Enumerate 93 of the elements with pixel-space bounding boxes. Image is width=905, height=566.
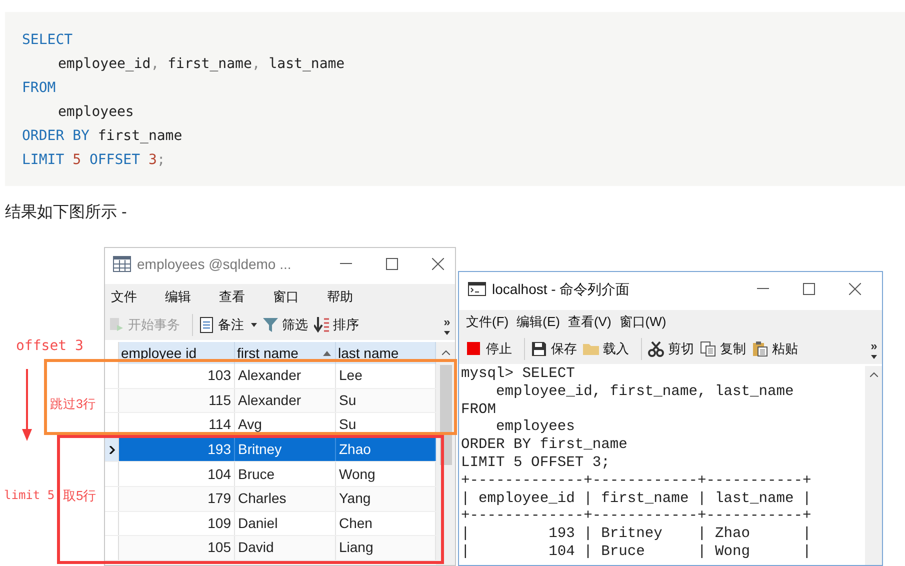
table-cell: Alexander <box>235 388 336 412</box>
console-line: | employee_id | first_name | last_name | <box>461 490 812 508</box>
table-cell: 104 <box>119 462 235 486</box>
console-line: employee_id, first_name, last_name <box>495 384 795 402</box>
code-line: employee_id, first_name, last_name <box>57 55 346 74</box>
maximize-icon <box>803 283 815 295</box>
console-line: +-------------+------------+-----------+ <box>461 472 812 491</box>
row-pointer-icon <box>108 446 114 454</box>
toolbar-button[interactable]: 排序 <box>314 315 359 335</box>
menu-item[interactable]: 编辑(E) <box>516 312 560 332</box>
toolbar-button[interactable]: 保存 <box>531 339 577 359</box>
annotation-label: 取5行 <box>63 487 96 505</box>
console-line: mysql> SELECT <box>461 366 576 384</box>
down-arrow <box>22 369 32 441</box>
table-row[interactable]: 103 Alexander Lee <box>105 364 436 389</box>
table-cell: Bruce <box>235 462 336 486</box>
close-icon <box>432 258 444 270</box>
toolbar-button[interactable]: 停止 <box>466 339 512 359</box>
table-row[interactable]: 115 Alexander Su <box>105 388 436 414</box>
window-title: localhost - 命令列介面 <box>492 280 630 298</box>
more-button[interactable]: » <box>870 340 878 352</box>
stop-icon <box>466 341 482 357</box>
table-cell: Britney <box>235 438 336 462</box>
console-line: | 193 | Britney | Zhao | <box>461 526 812 544</box>
menu-item[interactable]: 文件(F) <box>466 312 509 332</box>
annotation-label: offset 3 <box>16 337 84 356</box>
menu-item[interactable]: 查看 <box>219 287 245 307</box>
menu-item[interactable]: 文件 <box>111 287 137 307</box>
toolbar-button[interactable]: 复制 <box>700 339 746 359</box>
table-cell: 103 <box>119 364 235 388</box>
table-row[interactable]: 193 Britney Zhao <box>105 438 436 462</box>
table-icon <box>113 256 131 272</box>
toolbar-button[interactable]: 筛选 <box>263 315 308 335</box>
code-line: ORDER BY first_name <box>22 127 184 146</box>
scroll-up-icon <box>442 350 450 355</box>
copy-icon <box>700 341 716 357</box>
table-cell: Charles <box>235 486 336 511</box>
document-icon <box>199 317 215 333</box>
console-line: LIMIT 5 OFFSET 3; <box>461 454 611 473</box>
row-selector[interactable] <box>105 438 119 462</box>
window-title: employees @sqldemo ... <box>137 254 292 274</box>
table-row[interactable]: 109 Daniel Chen <box>105 512 436 536</box>
table-cell: 115 <box>119 388 235 412</box>
table-cell: 114 <box>119 413 235 437</box>
menu-item[interactable]: 帮助 <box>327 287 353 307</box>
toolbar-button[interactable]: 粘贴 <box>752 339 798 359</box>
menu-item[interactable]: 窗口(W) <box>619 312 666 332</box>
caret-icon <box>871 354 877 358</box>
menu-item[interactable]: 查看(V) <box>568 312 612 332</box>
annotation-label: 跳过3行 <box>50 396 96 413</box>
code-line: SELECT <box>22 31 74 50</box>
toolbar-button[interactable]: 备注 <box>199 315 257 335</box>
table-row[interactable]: 179 Charles Yang <box>105 486 436 512</box>
console-line: employees <box>495 419 576 437</box>
clipboard-icon <box>752 341 768 357</box>
annotation-label: limit 5 <box>4 487 55 504</box>
console-line: ORDER BY first_name <box>461 437 628 455</box>
table-row[interactable]: 105 David Liang <box>105 536 436 561</box>
folder-icon <box>583 341 599 357</box>
maximize-icon <box>386 258 398 270</box>
caret-icon <box>444 330 450 334</box>
menu-item[interactable]: 窗口 <box>273 287 299 307</box>
table-row[interactable]: 104 Bruce Wong <box>105 462 436 487</box>
table-cell: 179 <box>119 486 235 511</box>
caret-icon <box>251 323 257 327</box>
table-cell: Alexander <box>235 364 336 388</box>
scissors-icon <box>648 341 664 357</box>
minimize-icon <box>757 288 769 290</box>
toolbar-button[interactable]: 剪切 <box>648 339 694 359</box>
scrollbar[interactable] <box>865 366 882 565</box>
table-cell: Avg <box>235 413 336 437</box>
caption-text: 结果如下图所示 - <box>5 202 127 223</box>
table-cell: 193 <box>119 438 235 462</box>
menu-item[interactable]: 编辑 <box>165 287 191 307</box>
table-cell: Daniel <box>235 512 336 536</box>
console-line: +-------------+------------+-----------+ <box>461 508 812 526</box>
minimize-icon <box>340 263 352 265</box>
transaction-icon <box>109 317 125 333</box>
code-line: LIMIT 5 OFFSET 3; <box>22 151 166 170</box>
console-line: FROM <box>461 402 497 420</box>
sort-icon <box>314 317 330 333</box>
table-cell: 105 <box>119 536 235 560</box>
table-cell: David <box>235 536 336 560</box>
table-cell: 109 <box>119 512 235 536</box>
filter-icon <box>263 317 279 333</box>
code-line: FROM <box>22 79 57 98</box>
console-line: | 104 | Bruce | Wong | <box>461 544 812 562</box>
close-icon <box>849 283 861 295</box>
more-button[interactable]: » <box>444 316 450 328</box>
scroll-up-icon <box>870 372 878 377</box>
toolbar-button[interactable]: 载入 <box>583 339 629 359</box>
console-icon <box>468 282 486 296</box>
code-line: employees <box>57 103 135 122</box>
